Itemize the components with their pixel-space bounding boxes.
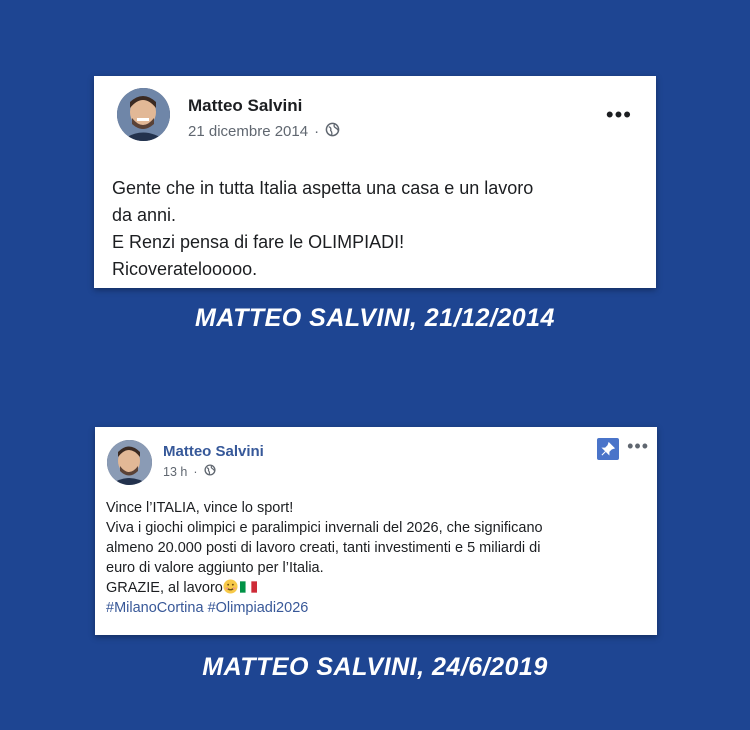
- post-text: Gente che in tutta Italia aspetta una ca…: [112, 175, 642, 283]
- avatar[interactable]: [107, 440, 152, 485]
- caption-2019: MATTEO SALVINI, 24/6/2019: [202, 653, 548, 681]
- more-options-button[interactable]: •••: [627, 437, 649, 455]
- post-text-line: Gente che in tutta Italia aspetta una ca…: [112, 178, 534, 198]
- smiling-face-icon: [223, 579, 238, 594]
- meta-separator: ·: [193, 464, 198, 479]
- post-meta: 13 h ·: [163, 464, 216, 479]
- post-date[interactable]: 21 dicembre 2014: [188, 123, 308, 140]
- author-name[interactable]: Matteo Salvini: [163, 443, 264, 460]
- post-text: Vince l’ITALIA, vince lo sport! Viva i g…: [106, 498, 646, 618]
- post-text-line: Vince l’ITALIA, vince lo sport!: [106, 500, 294, 516]
- more-options-button[interactable]: •••: [606, 104, 632, 126]
- post-text-line: da anni.: [112, 205, 177, 225]
- post-text-line: Viva i giochi olimpici e paralimpici inv…: [106, 520, 543, 536]
- globe-icon: [203, 464, 216, 479]
- post-meta: 21 dicembre 2014 ·: [188, 122, 340, 141]
- hashtag-link[interactable]: #MilanoCortina: [106, 600, 204, 616]
- post-time[interactable]: 13 h: [163, 465, 187, 479]
- post-card-2014: Matteo Salvini 21 dicembre 2014 · ••• Ge…: [94, 76, 656, 288]
- post-text-line: GRAZIE, al lavoro: [106, 578, 646, 598]
- caption-2014: MATTEO SALVINI, 21/12/2014: [195, 304, 555, 332]
- post-text-line: euro di valore aggiunto per l’Italia.: [106, 560, 324, 576]
- post-card-2019: Matteo Salvini 13 h · ••• Vince l’ITALIA…: [95, 427, 657, 635]
- meta-separator: ·: [314, 123, 320, 140]
- post-text-line: Ricoveratelooooo.: [112, 259, 258, 279]
- post-text-line: E Renzi pensa di fare le OLIMPIADI!: [112, 232, 405, 252]
- grazie-text: GRAZIE, al lavoro: [106, 580, 223, 596]
- hashtags: #MilanoCortina #Olimpiadi2026: [106, 598, 646, 618]
- author-name[interactable]: Matteo Salvini: [188, 96, 302, 116]
- post-text-line: almeno 20.000 posti di lavoro creati, ta…: [106, 540, 541, 556]
- pin-icon[interactable]: [597, 438, 619, 460]
- italian-flag-icon: [239, 579, 257, 593]
- globe-icon: [325, 122, 340, 141]
- avatar[interactable]: [117, 88, 170, 141]
- hashtag-link[interactable]: #Olimpiadi2026: [208, 600, 309, 616]
